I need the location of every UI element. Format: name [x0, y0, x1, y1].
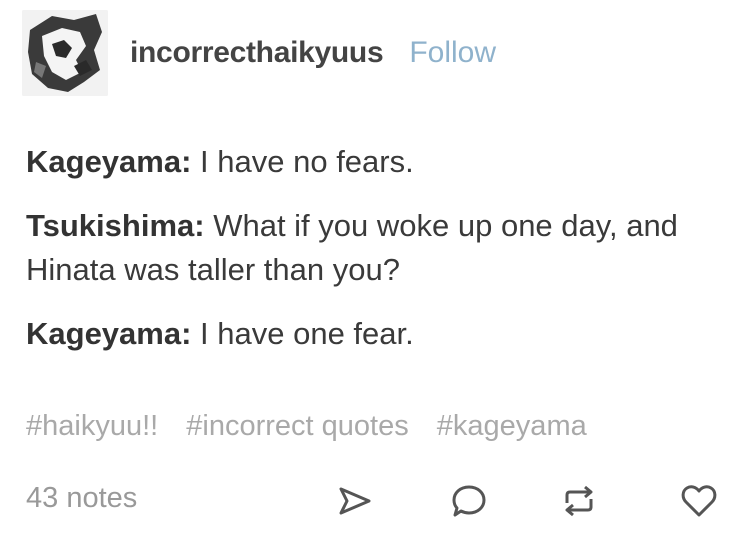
tag-link[interactable]: #incorrect quotes: [186, 410, 408, 442]
reply-bubble-icon: [452, 485, 486, 517]
dialogue-line: Tsukishima: What if you woke up one day,…: [26, 204, 726, 292]
dialogue-text: I have one fear.: [191, 316, 414, 351]
follow-button[interactable]: Follow: [409, 36, 496, 70]
tag-list: #haikyuu!! #incorrect quotes #kageyama: [26, 410, 607, 443]
reblog-icon: [565, 485, 593, 517]
reblog-button[interactable]: [554, 476, 604, 526]
post-header: incorrecthaikyuus Follow: [22, 8, 496, 98]
tag-link[interactable]: #kageyama: [437, 410, 587, 442]
tag-link[interactable]: #haikyuu!!: [26, 410, 158, 442]
username-link[interactable]: incorrecthaikyuus: [130, 36, 384, 70]
notes-count[interactable]: 43 notes: [26, 482, 137, 515]
like-button[interactable]: [674, 476, 724, 526]
post-footer: 43 notes: [26, 476, 726, 526]
dialogue-line: Kageyama: I have no fears.: [26, 140, 726, 184]
post-content: Kageyama: I have no fears. Tsukishima: W…: [26, 140, 726, 376]
send-icon: [339, 487, 371, 515]
share-button[interactable]: [330, 476, 380, 526]
speaker-name: Kageyama:: [26, 144, 192, 179]
avatar-image: [22, 10, 108, 96]
heart-icon: [681, 485, 717, 517]
dialogue-line: Kageyama: I have one fear.: [26, 312, 726, 356]
speaker-name: Kageyama:: [26, 316, 192, 351]
tumblr-post: incorrecthaikyuus Follow Kageyama: I hav…: [0, 0, 755, 538]
reply-button[interactable]: [444, 476, 494, 526]
dialogue-text: I have no fears.: [191, 144, 414, 179]
speaker-name: Tsukishima:: [26, 208, 205, 243]
avatar[interactable]: [22, 10, 108, 96]
